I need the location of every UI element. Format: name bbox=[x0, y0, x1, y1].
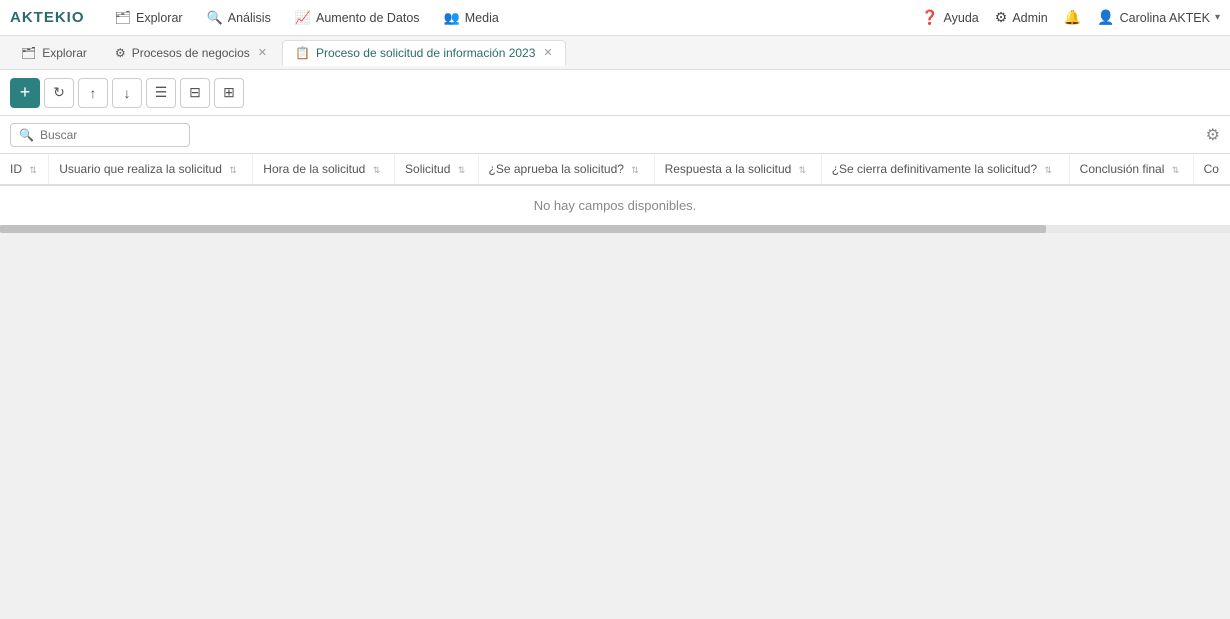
add-button[interactable]: + bbox=[10, 78, 40, 108]
folder-icon: 🗂 bbox=[21, 46, 36, 60]
tab-procesos[interactable]: ⚙ Procesos de negocios ✕ bbox=[102, 40, 280, 66]
empty-message: No hay campos disponibles. bbox=[0, 185, 1230, 225]
bell-icon: 🔔 bbox=[1064, 9, 1081, 26]
table-header-row: ID ⇅ Usuario que realiza la solicitud ⇅ … bbox=[0, 154, 1230, 185]
column-settings-icon[interactable]: ⚙ bbox=[1206, 125, 1220, 145]
nav-label-explorar: Explorar bbox=[136, 11, 183, 25]
upload-button[interactable]: ↑ bbox=[78, 78, 108, 108]
download-button[interactable]: ↓ bbox=[112, 78, 142, 108]
sort-icon: ⇅ bbox=[29, 165, 37, 175]
nav-item-explorar[interactable]: 🗂 Explorar bbox=[105, 6, 193, 30]
list-button[interactable]: ☰ bbox=[146, 78, 176, 108]
filter-button[interactable]: ⊟ bbox=[180, 78, 210, 108]
tab-explorar[interactable]: 🗂 Explorar bbox=[8, 40, 100, 66]
tab-label-procesos: Procesos de negocios bbox=[132, 46, 250, 60]
tab-label-proceso-solicitud: Proceso de solicitud de información 2023 bbox=[316, 46, 535, 60]
col-solicitud[interactable]: Solicitud ⇅ bbox=[395, 154, 478, 185]
sort-icon: ⇅ bbox=[1172, 165, 1180, 175]
group-icon: 👥 bbox=[444, 10, 460, 26]
nav-item-analisis[interactable]: 🔍 Análisis bbox=[197, 6, 281, 30]
table-container: ID ⇅ Usuario que realiza la solicitud ⇅ … bbox=[0, 154, 1230, 233]
col-cierra[interactable]: ¿Se cierra definitivamente la solicitud?… bbox=[821, 154, 1069, 185]
tab-proceso-solicitud[interactable]: 📋 Proceso de solicitud de información 20… bbox=[282, 40, 566, 66]
chevron-down-icon: ▾ bbox=[1215, 12, 1220, 23]
search-icon: 🔍 bbox=[19, 128, 34, 142]
nav-item-aumento[interactable]: 📈 Aumento de Datos bbox=[285, 6, 430, 30]
search-area: 🔍 ⚙ bbox=[0, 116, 1230, 154]
help-button[interactable]: ❓ Ayuda bbox=[921, 9, 979, 26]
logo-text: AKTEKIO bbox=[10, 9, 85, 26]
help-label: Ayuda bbox=[944, 11, 979, 25]
user-icon: 👤 bbox=[1097, 9, 1114, 26]
sort-icon: ⇅ bbox=[799, 165, 807, 175]
tab-close-procesos[interactable]: ✕ bbox=[258, 46, 267, 59]
col-hora[interactable]: Hora de la solicitud ⇅ bbox=[253, 154, 395, 185]
sort-icon: ⇅ bbox=[229, 165, 237, 175]
top-navigation: AKTEKIO 🗂 Explorar 🔍 Análisis 📈 Aumento … bbox=[0, 0, 1230, 36]
refresh-button[interactable]: ↻ bbox=[44, 78, 74, 108]
grid-button[interactable]: ⊞ bbox=[214, 78, 244, 108]
settings-icon: ⚙ bbox=[115, 46, 126, 60]
settings-icon: ⚙ bbox=[995, 9, 1008, 26]
nav-label-media: Media bbox=[465, 11, 499, 25]
nav-right: ❓ Ayuda ⚙ Admin 🔔 👤 Carolina AKTEK ▾ bbox=[921, 9, 1220, 26]
nav-item-media[interactable]: 👥 Media bbox=[434, 6, 509, 30]
scroll-thumb bbox=[0, 225, 1046, 233]
nav-label-aumento: Aumento de Datos bbox=[316, 11, 420, 25]
col-usuario[interactable]: Usuario que realiza la solicitud ⇅ bbox=[49, 154, 253, 185]
user-menu[interactable]: 👤 Carolina AKTEK ▾ bbox=[1097, 9, 1220, 26]
sort-icon: ⇅ bbox=[1044, 165, 1052, 175]
col-id[interactable]: ID ⇅ bbox=[0, 154, 49, 185]
empty-row: No hay campos disponibles. bbox=[0, 185, 1230, 225]
admin-label: Admin bbox=[1012, 11, 1047, 25]
admin-button[interactable]: ⚙ Admin bbox=[995, 9, 1048, 26]
sort-icon: ⇅ bbox=[631, 165, 639, 175]
sort-icon: ⇅ bbox=[458, 165, 466, 175]
nav-label-analisis: Análisis bbox=[228, 11, 271, 25]
col-conclusion[interactable]: Conclusión final ⇅ bbox=[1069, 154, 1193, 185]
nav-items: 🗂 Explorar 🔍 Análisis 📈 Aumento de Datos… bbox=[105, 6, 509, 30]
nav-left: AKTEKIO 🗂 Explorar 🔍 Análisis 📈 Aumento … bbox=[10, 6, 509, 30]
toolbar: + ↻ ↑ ↓ ☰ ⊟ ⊞ bbox=[0, 70, 1230, 116]
col-respuesta[interactable]: Respuesta a la solicitud ⇅ bbox=[654, 154, 821, 185]
col-aprueba[interactable]: ¿Se aprueba la solicitud? ⇅ bbox=[478, 154, 654, 185]
col-extra[interactable]: Co bbox=[1193, 154, 1230, 185]
logo[interactable]: AKTEKIO bbox=[10, 9, 85, 26]
tab-bar: 🗂 Explorar ⚙ Procesos de negocios ✕ 📋 Pr… bbox=[0, 36, 1230, 70]
horizontal-scrollbar[interactable] bbox=[0, 225, 1230, 233]
folder-icon: 🗂 bbox=[115, 10, 132, 26]
search-box[interactable]: 🔍 bbox=[10, 123, 190, 147]
document-icon: 📋 bbox=[295, 46, 310, 60]
chart-icon: 📈 bbox=[295, 10, 311, 26]
search-input[interactable] bbox=[40, 128, 170, 142]
search-icon: 🔍 bbox=[207, 10, 223, 26]
notification-button[interactable]: 🔔 bbox=[1064, 9, 1081, 26]
tab-label-explorar: Explorar bbox=[42, 46, 87, 60]
data-table: ID ⇅ Usuario que realiza la solicitud ⇅ … bbox=[0, 154, 1230, 225]
sort-icon: ⇅ bbox=[373, 165, 381, 175]
user-label: Carolina AKTEK bbox=[1120, 11, 1210, 25]
content-area bbox=[0, 233, 1230, 619]
tab-close-proceso-solicitud[interactable]: ✕ bbox=[543, 46, 552, 59]
help-icon: ❓ bbox=[921, 9, 938, 26]
